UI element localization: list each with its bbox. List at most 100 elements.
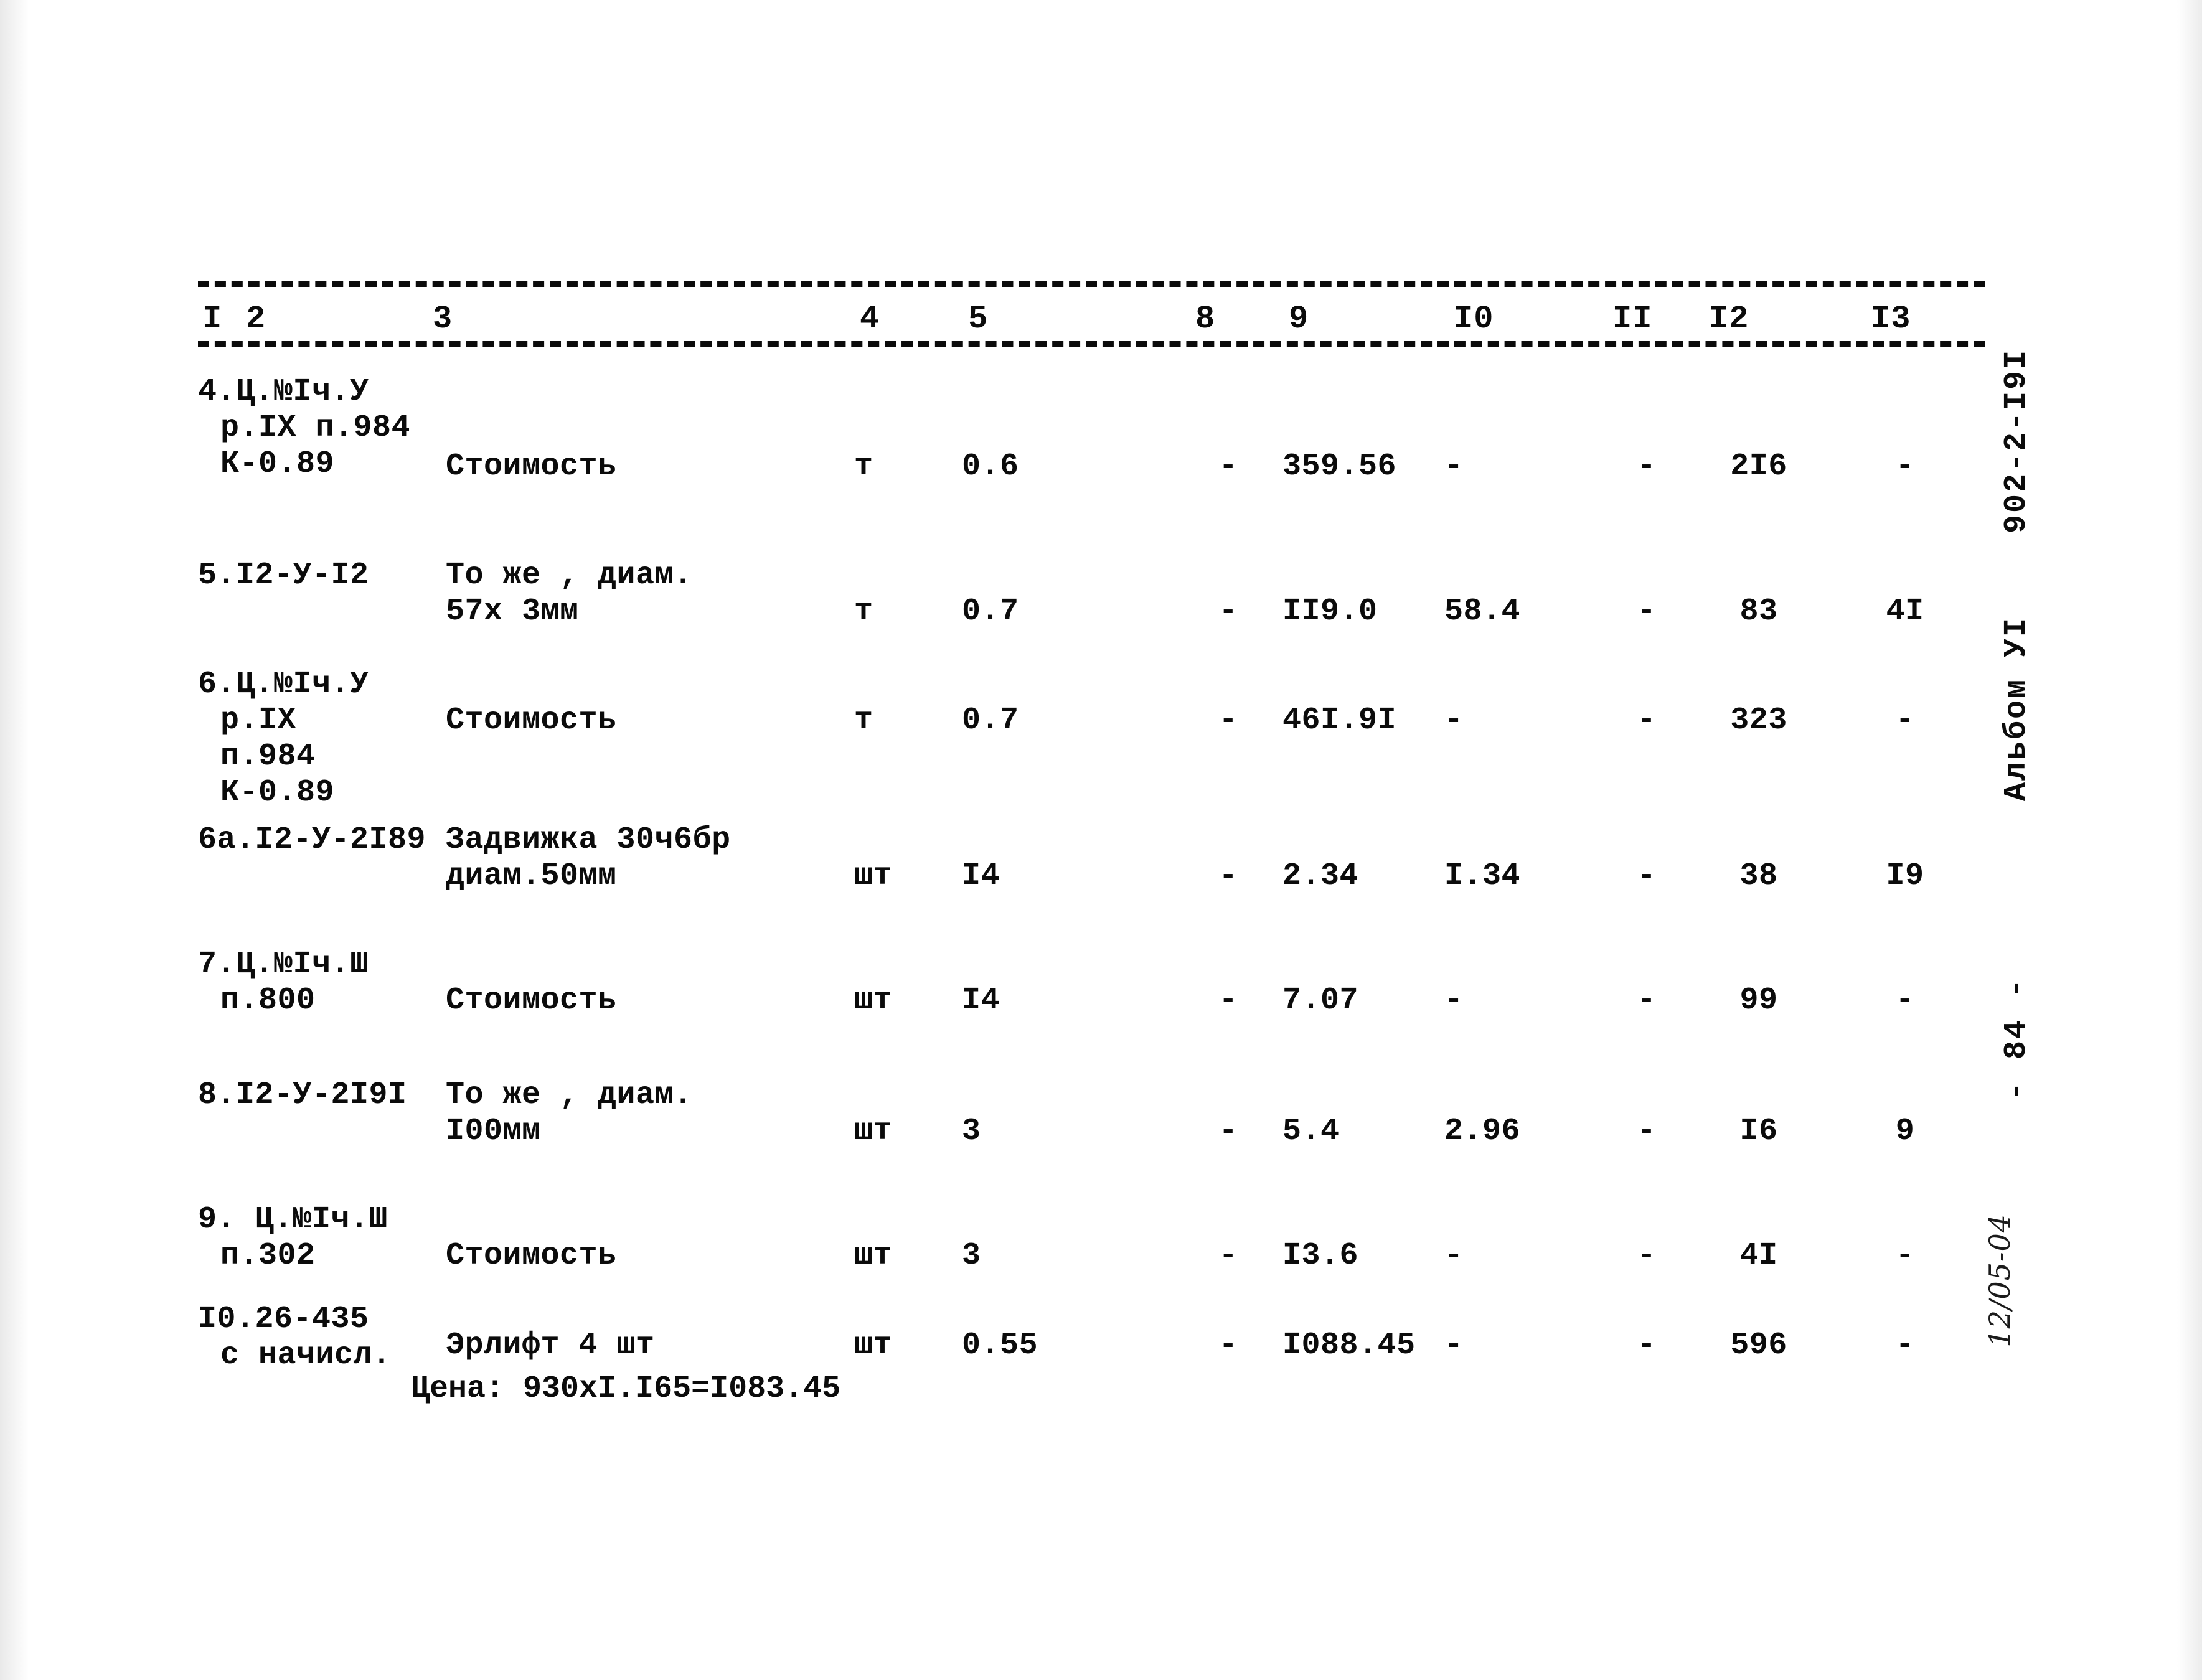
scanned-page: I 2 3 4 5 8 9 I0 II I2 I3 4.Ц.№Iч.У р.IX п.984 К-0.8… [0,0,2202,1680]
row-cell-unit: т [854,594,873,629]
row-cell-c13: - [1895,1328,1915,1363]
row-cell-c11: - [1637,858,1657,894]
row-cell-c12: 4I [1739,1238,1778,1274]
row-cell-c8: - [1218,594,1238,629]
row-cell-c8: - [1218,1114,1238,1149]
row-code-line: 9. Ц.№Iч.Ш [198,1202,388,1237]
row-cell-c12: I6 [1739,1114,1778,1149]
table-column-header-row: I 2 3 4 5 8 9 I0 II I2 I3 [198,303,1991,347]
row-cell-c12: 83 [1739,594,1778,629]
row-cell-c10: 58.4 [1444,594,1521,629]
row-cell-c11: - [1637,1238,1657,1274]
row-cell-c12: 323 [1730,703,1787,738]
row-code-line: р.IX п.984 [220,410,411,446]
row-cell-unit: т [854,703,873,738]
column-header-4: 4 [855,303,885,336]
row-cell-c13: - [1895,449,1915,484]
row-cell-c13: - [1895,983,1915,1018]
column-header-11: I3 [1866,303,1916,336]
column-header-6: 8 [1191,303,1220,336]
row-cell-qty: 0.7 [962,594,1019,629]
price-footnote: Цена: 930хI.I65=I083.45 [411,1371,841,1407]
row-cell-c9: II9.0 [1282,594,1378,629]
scan-edge-left [0,0,29,1680]
row-cell-unit: шт [854,1114,893,1149]
column-header-10: I2 [1705,303,1754,336]
row-cell-c11: - [1637,1114,1657,1149]
row-cell-qty: I4 [962,858,1000,894]
row-cell-c11: - [1637,1328,1657,1363]
row-cell-qty: 3 [962,1238,981,1274]
row-cell-qty: I4 [962,983,1000,1018]
table-header-rule-top [198,281,1985,287]
row-cell-qty: 0.55 [962,1328,1038,1363]
row-cell-c10: - [1444,983,1464,1018]
row-cell-c12: 596 [1730,1328,1787,1363]
column-header-9: II [1608,303,1657,336]
row-name-line: Эрлифт 4 шт [446,1328,655,1363]
row-cell-qty: 0.6 [962,449,1019,484]
row-cell-c10: - [1444,1328,1464,1363]
row-cell-c12: 2I6 [1730,449,1787,484]
row-cell-c8: - [1218,858,1238,894]
row-cell-c11: - [1637,449,1657,484]
row-cell-c9: I3.6 [1282,1238,1359,1274]
sheet-code: 902-2-I9I [1999,349,2035,534]
row-cell-c9: 359.56 [1282,449,1397,484]
column-header-7: 9 [1284,303,1314,336]
row-cell-c8: - [1218,983,1238,1018]
row-name-line: Стоимость [446,449,617,484]
row-cell-c10: - [1444,1238,1464,1274]
column-header-1: I [198,303,227,336]
row-name-line: I00мм [446,1114,541,1149]
row-cell-c11: - [1637,703,1657,738]
row-cell-c13: - [1895,1238,1915,1274]
row-cell-c12: 38 [1739,858,1778,894]
row-cell-qty: 3 [962,1114,981,1149]
row-cell-unit: т [854,449,873,484]
row-cell-c10: I.34 [1444,858,1521,894]
row-name-line: диам.50мм [446,858,617,894]
row-code-line: 6.Ц.№Iч.У [198,667,369,702]
page-number: - 84 - [1999,977,2035,1101]
row-cell-unit: шт [854,983,893,1018]
row-cell-unit: шт [854,1328,893,1363]
row-name-line: 57х 3мм [446,594,579,629]
row-name-line: Стоимость [446,983,617,1018]
column-header-8: I0 [1449,303,1499,336]
row-cell-c12: 99 [1739,983,1778,1018]
row-name-line: То же , диам. [446,1077,693,1113]
row-code-line: 4.Ц.№Iч.У [198,374,369,410]
row-name-line: Стоимость [446,703,617,738]
column-header-2: 2 [242,303,271,336]
row-code-line: К-0.89 [220,775,335,810]
column-header-3: 3 [428,303,458,336]
row-code-line: п.984 [220,739,316,774]
row-cell-c9: 5.4 [1282,1114,1340,1149]
row-cell-c9: I088.45 [1282,1328,1416,1363]
row-name-line: Стоимость [446,1238,617,1274]
row-cell-unit: шт [854,1238,893,1274]
album-label: Альбом УI [1999,616,2035,802]
row-cell-c10: - [1444,449,1464,484]
row-name-line: То же , диам. [446,558,693,593]
row-cell-c13: 9 [1895,1114,1915,1149]
row-name-line: Задвижка 30ч6бр [446,822,731,858]
row-cell-c10: - [1444,703,1464,738]
row-cell-c13: 4I [1886,594,1924,629]
row-cell-c10: 2.96 [1444,1114,1521,1149]
margin-imprint: 902-2-I9I Альбом УI - 84 - [1977,349,2045,1100]
row-cell-c11: - [1637,983,1657,1018]
row-cell-c11: - [1637,594,1657,629]
row-cell-c9: 46I.9I [1282,703,1397,738]
row-cell-c9: 2.34 [1282,858,1359,894]
row-cell-unit: шт [854,858,893,894]
row-cell-qty: 0.7 [962,703,1019,738]
column-header-5: 5 [964,303,993,336]
row-cell-c8: - [1218,1238,1238,1274]
scan-edge-right [2177,0,2202,1680]
row-cell-c9: 7.07 [1282,983,1359,1018]
row-cell-c13: - [1895,703,1915,738]
row-code-line: 7.Ц.№Iч.Ш [198,947,369,982]
row-cell-c13: I9 [1886,858,1924,894]
